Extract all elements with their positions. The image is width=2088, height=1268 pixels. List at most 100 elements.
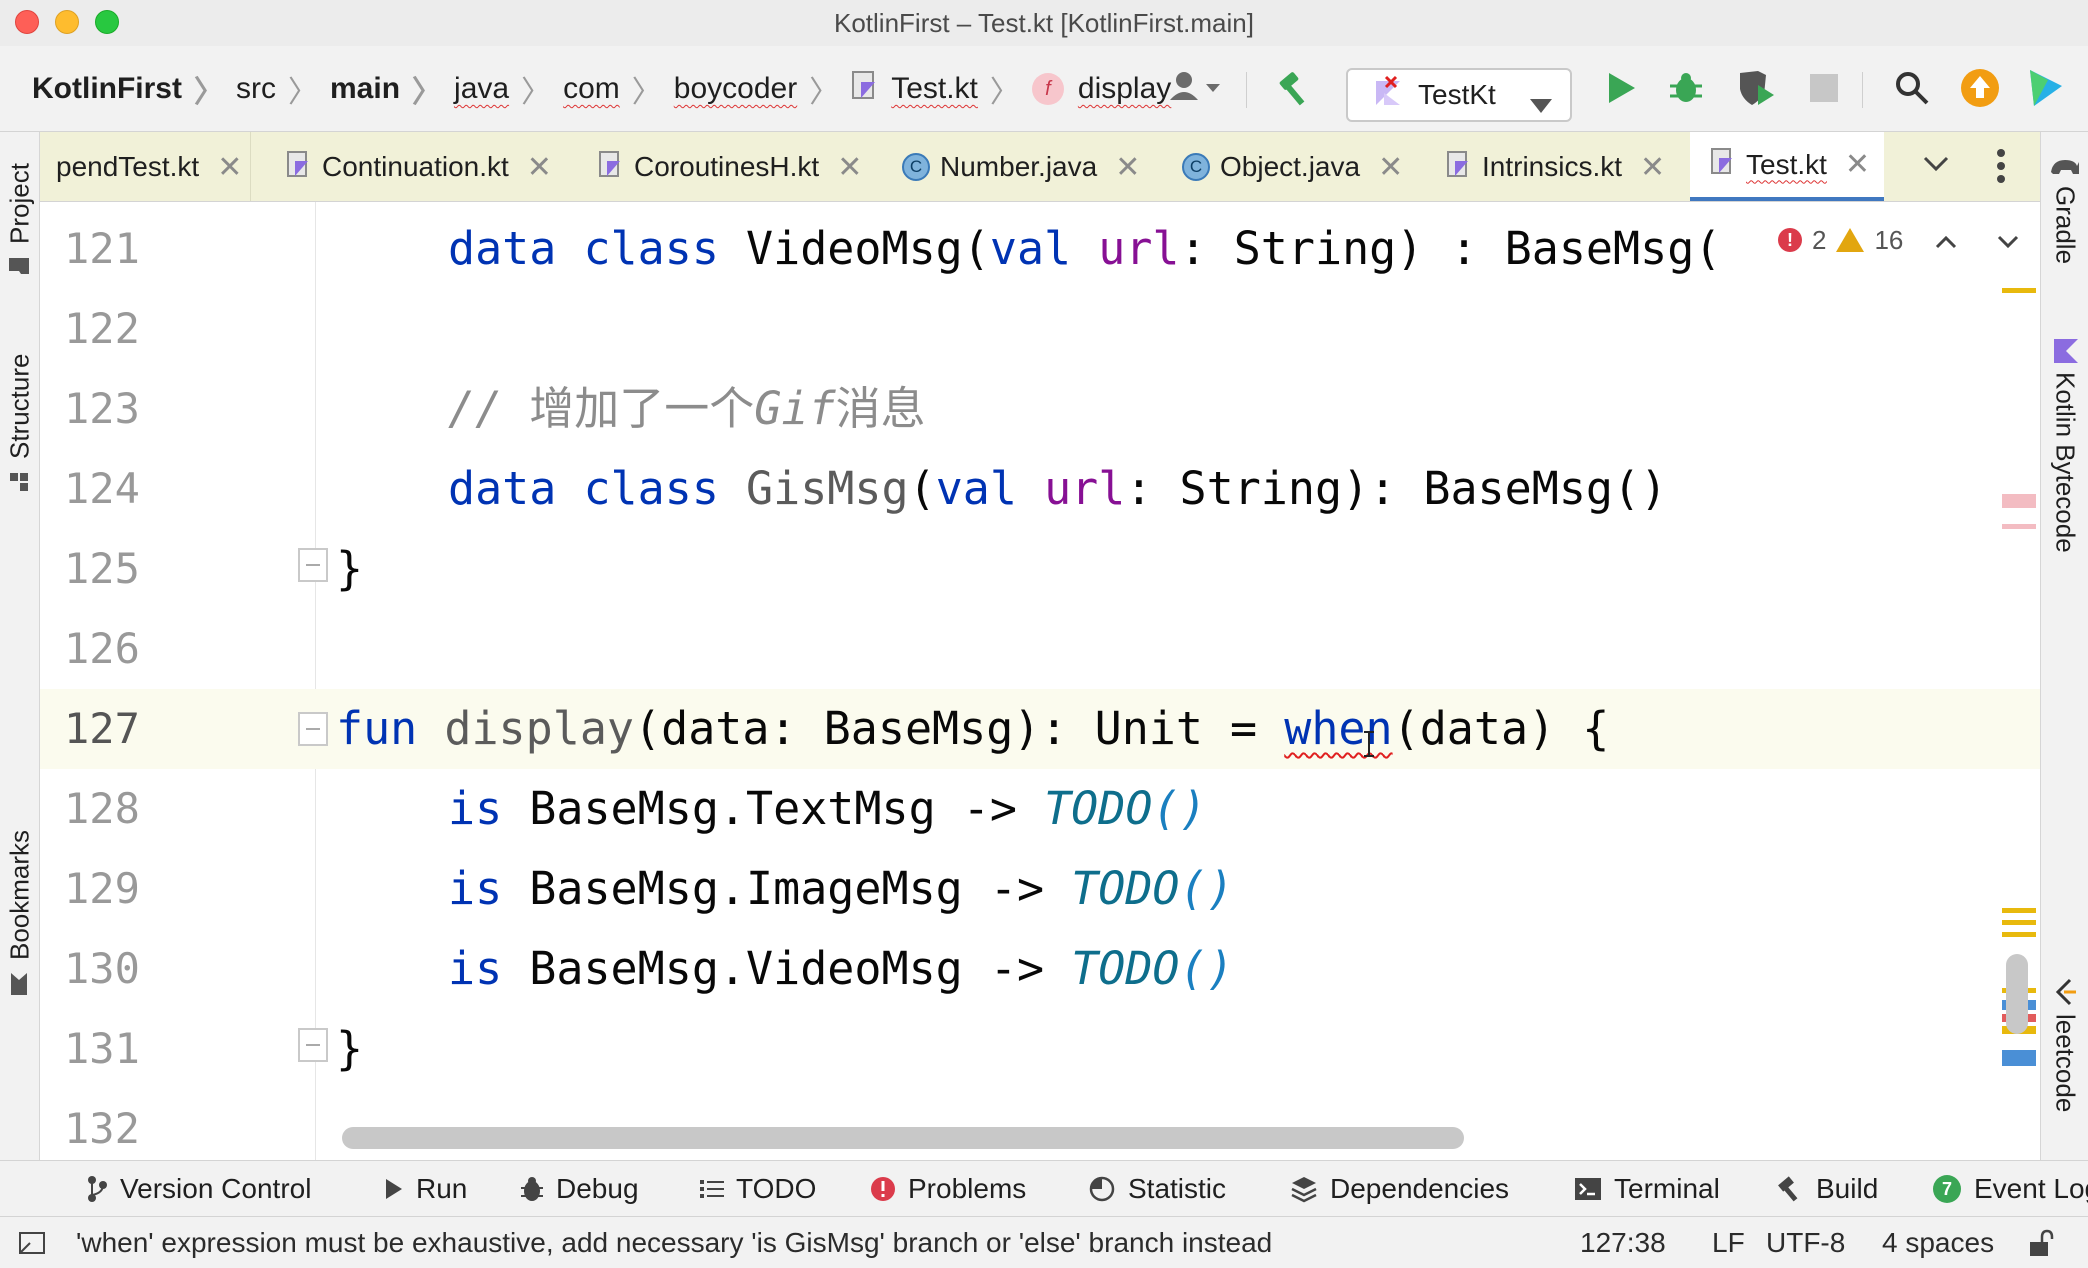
vcs-user-icon[interactable] [1160,66,1232,110]
file-encoding[interactable]: UTF-8 [1766,1227,1845,1259]
tab-test-kt[interactable]: Test.kt ✕ [1690,132,1885,201]
vertical-scrollbar-thumb[interactable] [2006,954,2028,1034]
tab-intrinsics[interactable]: Intrinsics.kt ✕ [1446,132,1665,201]
tab-divider [250,132,251,201]
code-comment: 增加了一个 [529,382,755,435]
chevron-down-icon [1530,88,1552,120]
structure-tool-button[interactable]: Structure [0,338,40,508]
debug-tool-button[interactable]: Debug [520,1161,639,1217]
line-separator[interactable]: LF [1712,1227,1745,1259]
close-icon[interactable]: ✕ [217,150,242,185]
warning-stripe-marker[interactable] [2002,908,2036,913]
fold-start-marker[interactable] [298,712,328,746]
usage-stripe-marker[interactable] [2002,1050,2036,1066]
caret-position[interactable]: 127:38 [1580,1227,1666,1259]
terminal-tool-button[interactable]: Terminal [1574,1161,1720,1217]
code-token: url [1098,222,1180,275]
warning-icon [1836,228,1865,252]
build-hammer-icon[interactable] [1272,66,1316,110]
todo-tool-button[interactable]: TODO [700,1161,816,1217]
tool-label: Statistic [1128,1173,1227,1204]
line-number: 126 [64,624,140,673]
breadcrumb-label: Test.kt [891,72,978,105]
chevron-down-icon[interactable] [1997,225,2019,256]
tab-object-java[interactable]: C Object.java ✕ [1182,132,1403,201]
chevron-right-icon: 〉 [194,76,224,109]
java-class-icon: C [902,153,930,181]
code-token: : String) : BaseMsg( [1179,222,1722,275]
build-tool-button[interactable]: Build [1776,1161,1878,1217]
fold-end-marker[interactable] [298,1028,328,1062]
event-log-tool-button[interactable]: 7 Event Log [1932,1161,2088,1217]
function-icon: f [1031,73,1064,105]
close-icon[interactable]: ✕ [837,150,862,185]
project-tool-button[interactable]: Project [0,146,40,296]
coverage-shield-icon[interactable] [1734,66,1778,110]
warning-stripe-marker[interactable] [2002,920,2036,925]
breadcrumb-main[interactable]: main 〉 [330,67,454,111]
run-configuration-select[interactable]: TestKt [1346,68,1572,122]
unlock-icon[interactable] [2028,1229,2054,1264]
breadcrumb-boycoder[interactable]: boycoder 〉 [674,67,851,111]
code-comment: // [448,382,530,435]
breadcrumb-src[interactable]: src 〉 [236,67,330,111]
tab-continuation[interactable]: Continuation.kt ✕ [286,132,552,201]
tab-label: CoroutinesH.kt [634,151,820,182]
code-token: data [448,462,557,515]
statistic-tool-button[interactable]: Statistic [1088,1161,1226,1217]
breadcrumb-file[interactable]: Test.kt 〉 [851,67,1032,111]
dependencies-tool-button[interactable]: Dependencies [1290,1161,1509,1217]
close-icon[interactable]: ✕ [527,150,552,185]
indent-setting[interactable]: 4 spaces [1882,1227,1994,1259]
code-comment: 消息 [835,382,926,435]
breadcrumb-java[interactable]: java 〉 [454,67,563,111]
code-editor[interactable] [316,202,2040,1160]
project-tool-label: Project [4,163,35,245]
horizontal-scrollbar-thumb[interactable] [342,1127,1464,1149]
debug-bug-icon[interactable] [1664,66,1708,110]
tab-suspend-test[interactable]: pendTest.kt ✕ [56,132,242,201]
code-token: BaseMsg.VideoMsg -> [529,942,1072,995]
tab-label: Test.kt [1746,148,1827,180]
run-tool-button[interactable]: Run [384,1161,467,1217]
more-options-icon[interactable] [1996,148,2006,189]
warning-stripe-marker[interactable] [2002,932,2036,937]
bookmarks-tool-button[interactable]: Bookmarks [0,818,40,1008]
close-icon[interactable]: ✕ [1640,150,1665,185]
structure-icon [5,471,36,493]
chevron-down-icon[interactable] [1922,154,1950,179]
tab-number-java[interactable]: C Number.java ✕ [902,132,1140,201]
breadcrumb-project[interactable]: KotlinFirst 〉 [32,67,236,111]
fold-end-marker[interactable] [298,548,328,582]
close-icon[interactable]: ✕ [1845,147,1870,182]
tab-coroutines-h[interactable]: CoroutinesH.kt ✕ [598,132,862,201]
code-token: () [1152,782,1207,835]
update-icon[interactable] [1958,66,2002,110]
list-icon [700,1179,724,1199]
line-number: 123 [64,384,140,433]
inspection-widget[interactable]: ! 2 16 [1770,218,2020,262]
problems-tool-button[interactable]: Problems [870,1161,1026,1217]
error-stripe-marker[interactable] [2002,494,2036,508]
chevron-up-icon[interactable] [1935,225,1957,256]
warning-stripe-marker[interactable] [2002,288,2036,293]
code-token: data [448,222,557,275]
close-icon[interactable]: ✕ [1378,150,1403,185]
code-error-token[interactable]: when [1284,702,1392,755]
tool-window-toggle-icon[interactable] [18,1229,46,1264]
breadcrumb-com[interactable]: com 〉 [563,67,674,111]
breadcrumb-function[interactable]: f display [1031,72,1171,106]
close-icon[interactable]: ✕ [1115,150,1140,185]
kotlin-bytecode-tool-button[interactable]: Kotlin Bytecode [2045,338,2085,728]
run-icon[interactable] [1600,66,1644,110]
java-class-icon: C [1182,153,1210,181]
search-icon[interactable] [1890,66,1934,110]
jetbrains-toolbox-icon[interactable] [2024,66,2068,110]
kotlin-file-icon [1446,148,1472,187]
error-stripe-marker[interactable] [2002,524,2036,529]
gradle-elephant-icon [2049,154,2081,178]
stop-icon[interactable] [1802,66,1846,110]
version-control-tool-button[interactable]: Version Control [86,1161,311,1217]
kotlin-file-icon [1710,145,1736,184]
leetcode-tool-button[interactable]: leetcode [2045,978,2085,1158]
